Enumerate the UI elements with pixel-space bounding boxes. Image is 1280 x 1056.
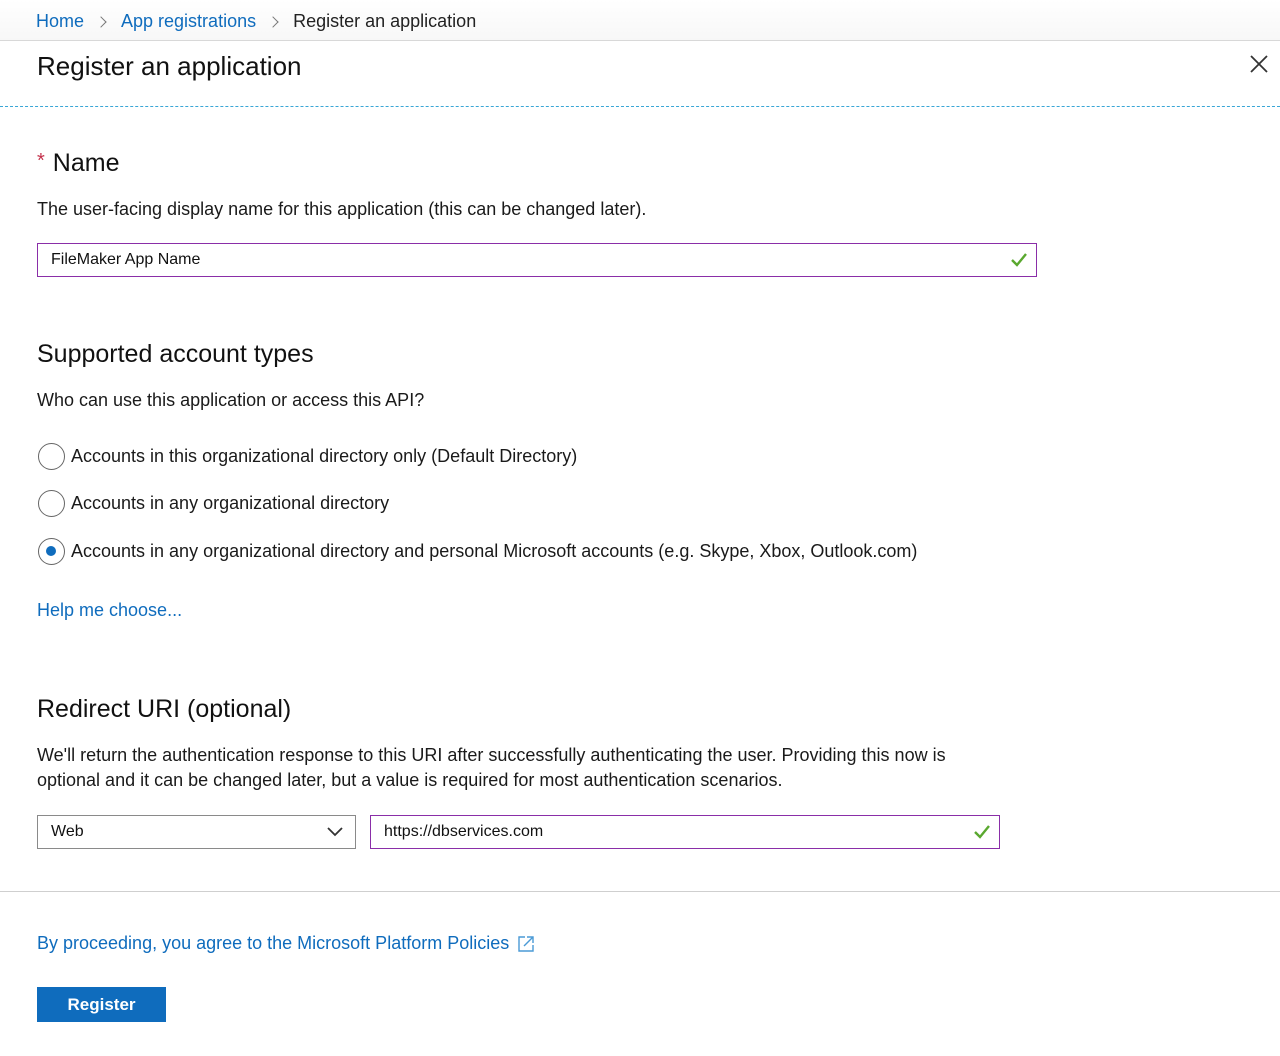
- register-button[interactable]: Register: [37, 987, 166, 1022]
- check-icon: [974, 825, 990, 839]
- account-option-single-tenant[interactable]: Accounts in this organizational director…: [38, 443, 577, 470]
- top-bar: Home App registrations Register an appli…: [0, 0, 1280, 41]
- platform-select[interactable]: Web: [37, 815, 356, 849]
- radio-multi-tenant-personal[interactable]: [38, 538, 65, 565]
- redirect-description-line: optional and it can be changed later, bu…: [37, 770, 783, 790]
- redirect-heading: Redirect URI (optional): [37, 695, 292, 723]
- radio-label: Accounts in any organizational directory: [71, 493, 390, 513]
- radio-label: Accounts in this organizational director…: [71, 446, 578, 466]
- help-me-choose-link[interactable]: Help me choose...: [37, 600, 182, 621]
- breadcrumb-current: Register an application: [293, 11, 477, 31]
- platform-policies-text: By proceeding, you agree to the Microsof…: [37, 933, 510, 953]
- redirect-description-line: We'll return the authentication response…: [37, 745, 946, 765]
- account-types-description: Who can use this application or access t…: [37, 390, 425, 410]
- breadcrumb-home[interactable]: Home: [36, 11, 84, 32]
- platform-select-value: Web: [51, 823, 84, 840]
- radio-label: Accounts in any organizational directory…: [71, 541, 918, 561]
- chevron-down-icon: [327, 827, 343, 837]
- name-field[interactable]: [38, 244, 1036, 276]
- breadcrumb: Home App registrations Register an appli…: [36, 11, 476, 32]
- account-option-multi-tenant[interactable]: Accounts in any organizational directory: [38, 490, 389, 517]
- radio-single-tenant[interactable]: [38, 443, 65, 470]
- footer-divider: [0, 891, 1280, 892]
- platform-policies-link[interactable]: By proceeding, you agree to the Microsof…: [37, 933, 535, 954]
- breadcrumb-chevron-icon: [95, 15, 107, 28]
- radio-multi-tenant[interactable]: [38, 490, 65, 517]
- redirect-uri-wrapper: [370, 815, 1000, 849]
- close-icon[interactable]: [1248, 53, 1270, 75]
- name-heading-label: Name: [52, 149, 120, 177]
- name-field-wrapper: [37, 243, 1037, 277]
- check-icon: [1011, 253, 1027, 267]
- name-description: The user-facing display name for this ap…: [37, 199, 647, 219]
- breadcrumb-app-registrations[interactable]: App registrations: [121, 11, 256, 32]
- account-option-multi-tenant-personal[interactable]: Accounts in any organizational directory…: [38, 538, 917, 565]
- redirect-description: We'll return the authentication response…: [37, 743, 946, 793]
- name-heading: * Name: [37, 149, 119, 178]
- redirect-uri-field[interactable]: [371, 816, 999, 848]
- required-marker: *: [37, 150, 45, 172]
- breadcrumb-chevron-icon: [267, 15, 279, 28]
- external-link-icon: [518, 935, 534, 952]
- page-title: Register an application: [37, 51, 302, 81]
- account-types-heading: Supported account types: [37, 340, 314, 368]
- title-divider: [0, 106, 1280, 107]
